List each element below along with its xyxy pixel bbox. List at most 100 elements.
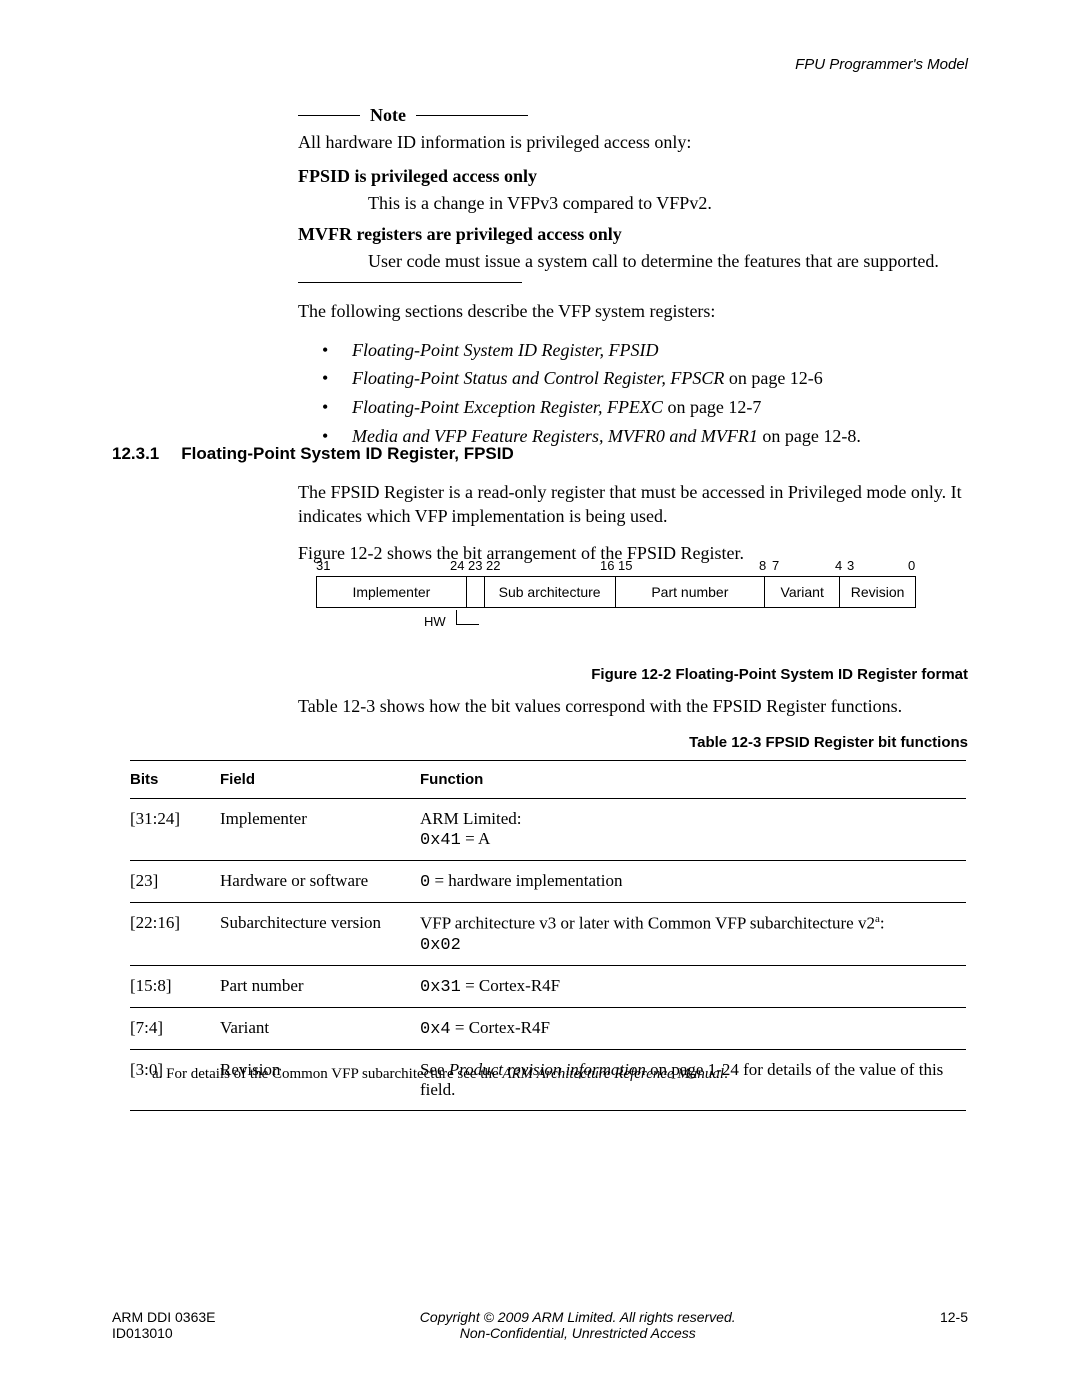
def-mvfr-body: User code must issue a system call to de… xyxy=(368,251,966,272)
page-number: 12-5 xyxy=(940,1309,968,1325)
func-after: = hardware implementation xyxy=(430,871,622,890)
footnote-ital: ARM Architecture Reference Manual xyxy=(502,1066,724,1082)
hw-connector xyxy=(456,610,479,625)
cell-func: ARM Limited: 0x41 = A xyxy=(420,799,966,861)
note-end-rule xyxy=(298,282,522,283)
table-footnote: a. For details of the Common VFP subarch… xyxy=(152,1066,728,1083)
func-code: 0x4 xyxy=(420,1020,451,1039)
note-lead: All hardware ID information is privilege… xyxy=(298,130,966,154)
func-code: 0x31 xyxy=(420,978,461,997)
cell-bits: [7:4] xyxy=(130,1007,220,1049)
th-bits: Bits xyxy=(130,761,220,799)
bit-num: 16 xyxy=(600,558,614,573)
note-rule-left xyxy=(298,115,360,116)
footnote-text: a. For details of the Common VFP subarch… xyxy=(152,1066,502,1082)
table-caption: Table 12-3 FPSID Register bit functions xyxy=(689,734,968,751)
table-lead: Table 12-3 shows how the bit values corr… xyxy=(298,696,966,717)
cell-field: Implementer xyxy=(220,799,420,861)
cell-bits: [22:16] xyxy=(130,903,220,966)
figure-caption: Figure 12-2 Floating-Point System ID Reg… xyxy=(591,666,968,683)
hw-callout: HW xyxy=(316,612,916,634)
cell-bits: [31:24] xyxy=(130,799,220,861)
page: FPU Programmer's Model Note All hardware… xyxy=(0,0,1080,1397)
section-heading: 12.3.1 Floating-Point System ID Register… xyxy=(112,444,514,464)
classification: Non-Confidential, Unrestricted Access xyxy=(420,1325,736,1341)
table-row: [15:8] Part number 0x31 = Cortex-R4F xyxy=(130,965,966,1007)
note-label: Note xyxy=(370,105,406,126)
footnote-post: . xyxy=(724,1066,728,1082)
field-hw xyxy=(467,577,485,607)
ref-tail: on page 12-7 xyxy=(663,397,761,417)
cell-bits: [15:8] xyxy=(130,965,220,1007)
copyright: Copyright © 2009 ARM Limited. All rights… xyxy=(420,1309,736,1325)
reflist-lead: The following sections describe the VFP … xyxy=(298,299,966,323)
func-code: 0x41 xyxy=(420,831,461,850)
table-row: [31:24] Implementer ARM Limited: 0x41 = … xyxy=(130,799,966,861)
bit-num: 23 xyxy=(468,558,482,573)
section-title: Floating-Point System ID Register, FPSID xyxy=(181,444,514,464)
footer-right: 12-5 xyxy=(940,1309,968,1341)
cell-func: 0 = hardware implementation xyxy=(420,861,966,903)
func-after: = Cortex-R4F xyxy=(451,1018,550,1037)
th-func: Function xyxy=(420,761,966,799)
list-item: Floating-Point Status and Control Regist… xyxy=(298,364,966,393)
hw-label: HW xyxy=(424,614,446,629)
table-row: [23] Hardware or software 0 = hardware i… xyxy=(130,861,966,903)
bit-num: 7 xyxy=(772,558,779,573)
cell-field: Variant xyxy=(220,1007,420,1049)
list-item: Floating-Point System ID Register, FPSID xyxy=(298,336,966,365)
cell-field: Hardware or software xyxy=(220,861,420,903)
field-variant: Variant xyxy=(765,577,840,607)
func-code: 0 xyxy=(420,873,430,892)
cell-bits: [23] xyxy=(130,861,220,903)
reflist: Floating-Point System ID Register, FPSID… xyxy=(298,336,966,451)
ref-title: Floating-Point Exception Register, FPEXC xyxy=(352,397,663,417)
cell-field: Subarchitecture version xyxy=(220,903,420,966)
bit-num: 31 xyxy=(316,558,330,573)
ref-title: Floating-Point Status and Control Regist… xyxy=(352,368,724,388)
field-part: Part number xyxy=(616,577,766,607)
footer-left: ARM DDI 0363E ID013010 xyxy=(112,1309,215,1341)
bit-num: 0 xyxy=(908,558,915,573)
ref-tail: on page 12-8. xyxy=(758,426,861,446)
cell-func: VFP architecture v3 or later with Common… xyxy=(420,903,966,966)
footer-center: Copyright © 2009 ARM Limited. All rights… xyxy=(420,1309,736,1341)
note-rule-right xyxy=(416,115,528,116)
def-fpsid-title: FPSID is privileged access only xyxy=(298,166,966,187)
doc-date: ID013010 xyxy=(112,1325,215,1341)
fpsid-table: Bits Field Function [31:24] Implementer … xyxy=(130,760,966,1111)
func-post: : xyxy=(880,914,885,933)
cell-field: Part number xyxy=(220,965,420,1007)
ref-tail: on page 12-6 xyxy=(724,368,822,388)
func-after: = Cortex-R4F xyxy=(461,976,560,995)
ref-title: Media and VFP Feature Registers, MVFR0 a… xyxy=(352,426,758,446)
bit-num: 3 xyxy=(847,558,854,573)
field-subarch: Sub architecture xyxy=(485,577,616,607)
section-number: 12.3.1 xyxy=(112,444,159,464)
table-row: [7:4] Variant 0x4 = Cortex-R4F xyxy=(130,1007,966,1049)
page-footer: ARM DDI 0363E ID013010 Copyright © 2009 … xyxy=(112,1309,968,1341)
running-header: FPU Programmer's Model xyxy=(795,56,968,73)
body-col: Note All hardware ID information is priv… xyxy=(298,105,966,451)
table-row: [22:16] Subarchitecture version VFP arch… xyxy=(130,903,966,966)
bitfield-figure: 31 24 23 22 16 15 8 7 4 3 0 Implementer … xyxy=(316,558,916,634)
table-head-row: Bits Field Function xyxy=(130,761,966,799)
func-pre: VFP architecture v3 or later with Common… xyxy=(420,914,875,933)
bit-num: 24 xyxy=(450,558,464,573)
def-mvfr-title: MVFR registers are privileged access onl… xyxy=(298,224,966,245)
cell-func: 0x31 = Cortex-R4F xyxy=(420,965,966,1007)
bit-num: 4 xyxy=(835,558,842,573)
bit-num: 8 xyxy=(759,558,766,573)
th-field: Field xyxy=(220,761,420,799)
bit-numbers: 31 24 23 22 16 15 8 7 4 3 0 xyxy=(316,558,916,576)
func-code: 0x02 xyxy=(420,936,461,955)
bit-boxes: Implementer Sub architecture Part number… xyxy=(316,576,916,608)
note-rule: Note xyxy=(298,105,966,126)
field-implementer: Implementer xyxy=(317,577,467,607)
def-fpsid-body: This is a change in VFPv3 compared to VF… xyxy=(368,193,966,214)
field-revision: Revision xyxy=(840,577,915,607)
bit-num: 22 xyxy=(486,558,500,573)
func-line: ARM Limited: xyxy=(420,809,522,828)
doc-id: ARM DDI 0363E xyxy=(112,1309,215,1325)
ref-title: Floating-Point System ID Register, FPSID xyxy=(352,340,658,360)
